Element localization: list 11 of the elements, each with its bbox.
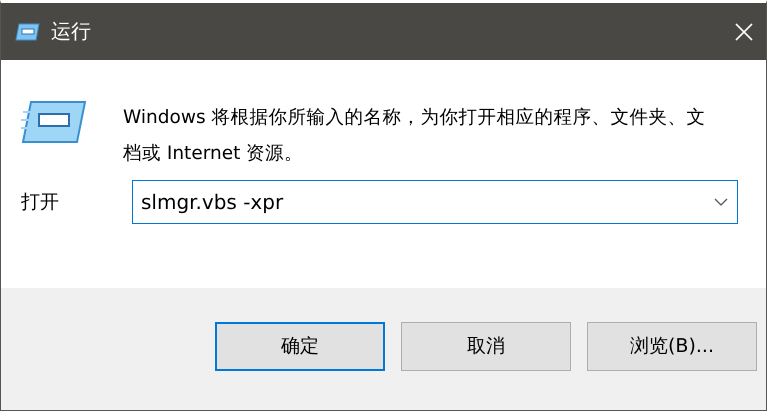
run-icon [21,100,87,144]
run-icon [15,22,41,42]
open-field[interactable]: slmgr.vbs -xpr [132,180,738,224]
dialog-button[interactable]: 浏览(B)... [587,322,757,370]
dropdown-caret-icon[interactable] [714,198,728,206]
window-title: 运行 [51,18,92,45]
dialog-button[interactable]: 确定 [215,322,385,370]
open-label: 打开 [21,190,60,215]
close-icon[interactable] [734,22,754,42]
description-text: Windows 将根据你所输入的名称，为你打开相应的程序、文件夹、文档或 Internet 资源。 [123,106,706,166]
dialog-button[interactable]: 取消 [401,322,571,370]
